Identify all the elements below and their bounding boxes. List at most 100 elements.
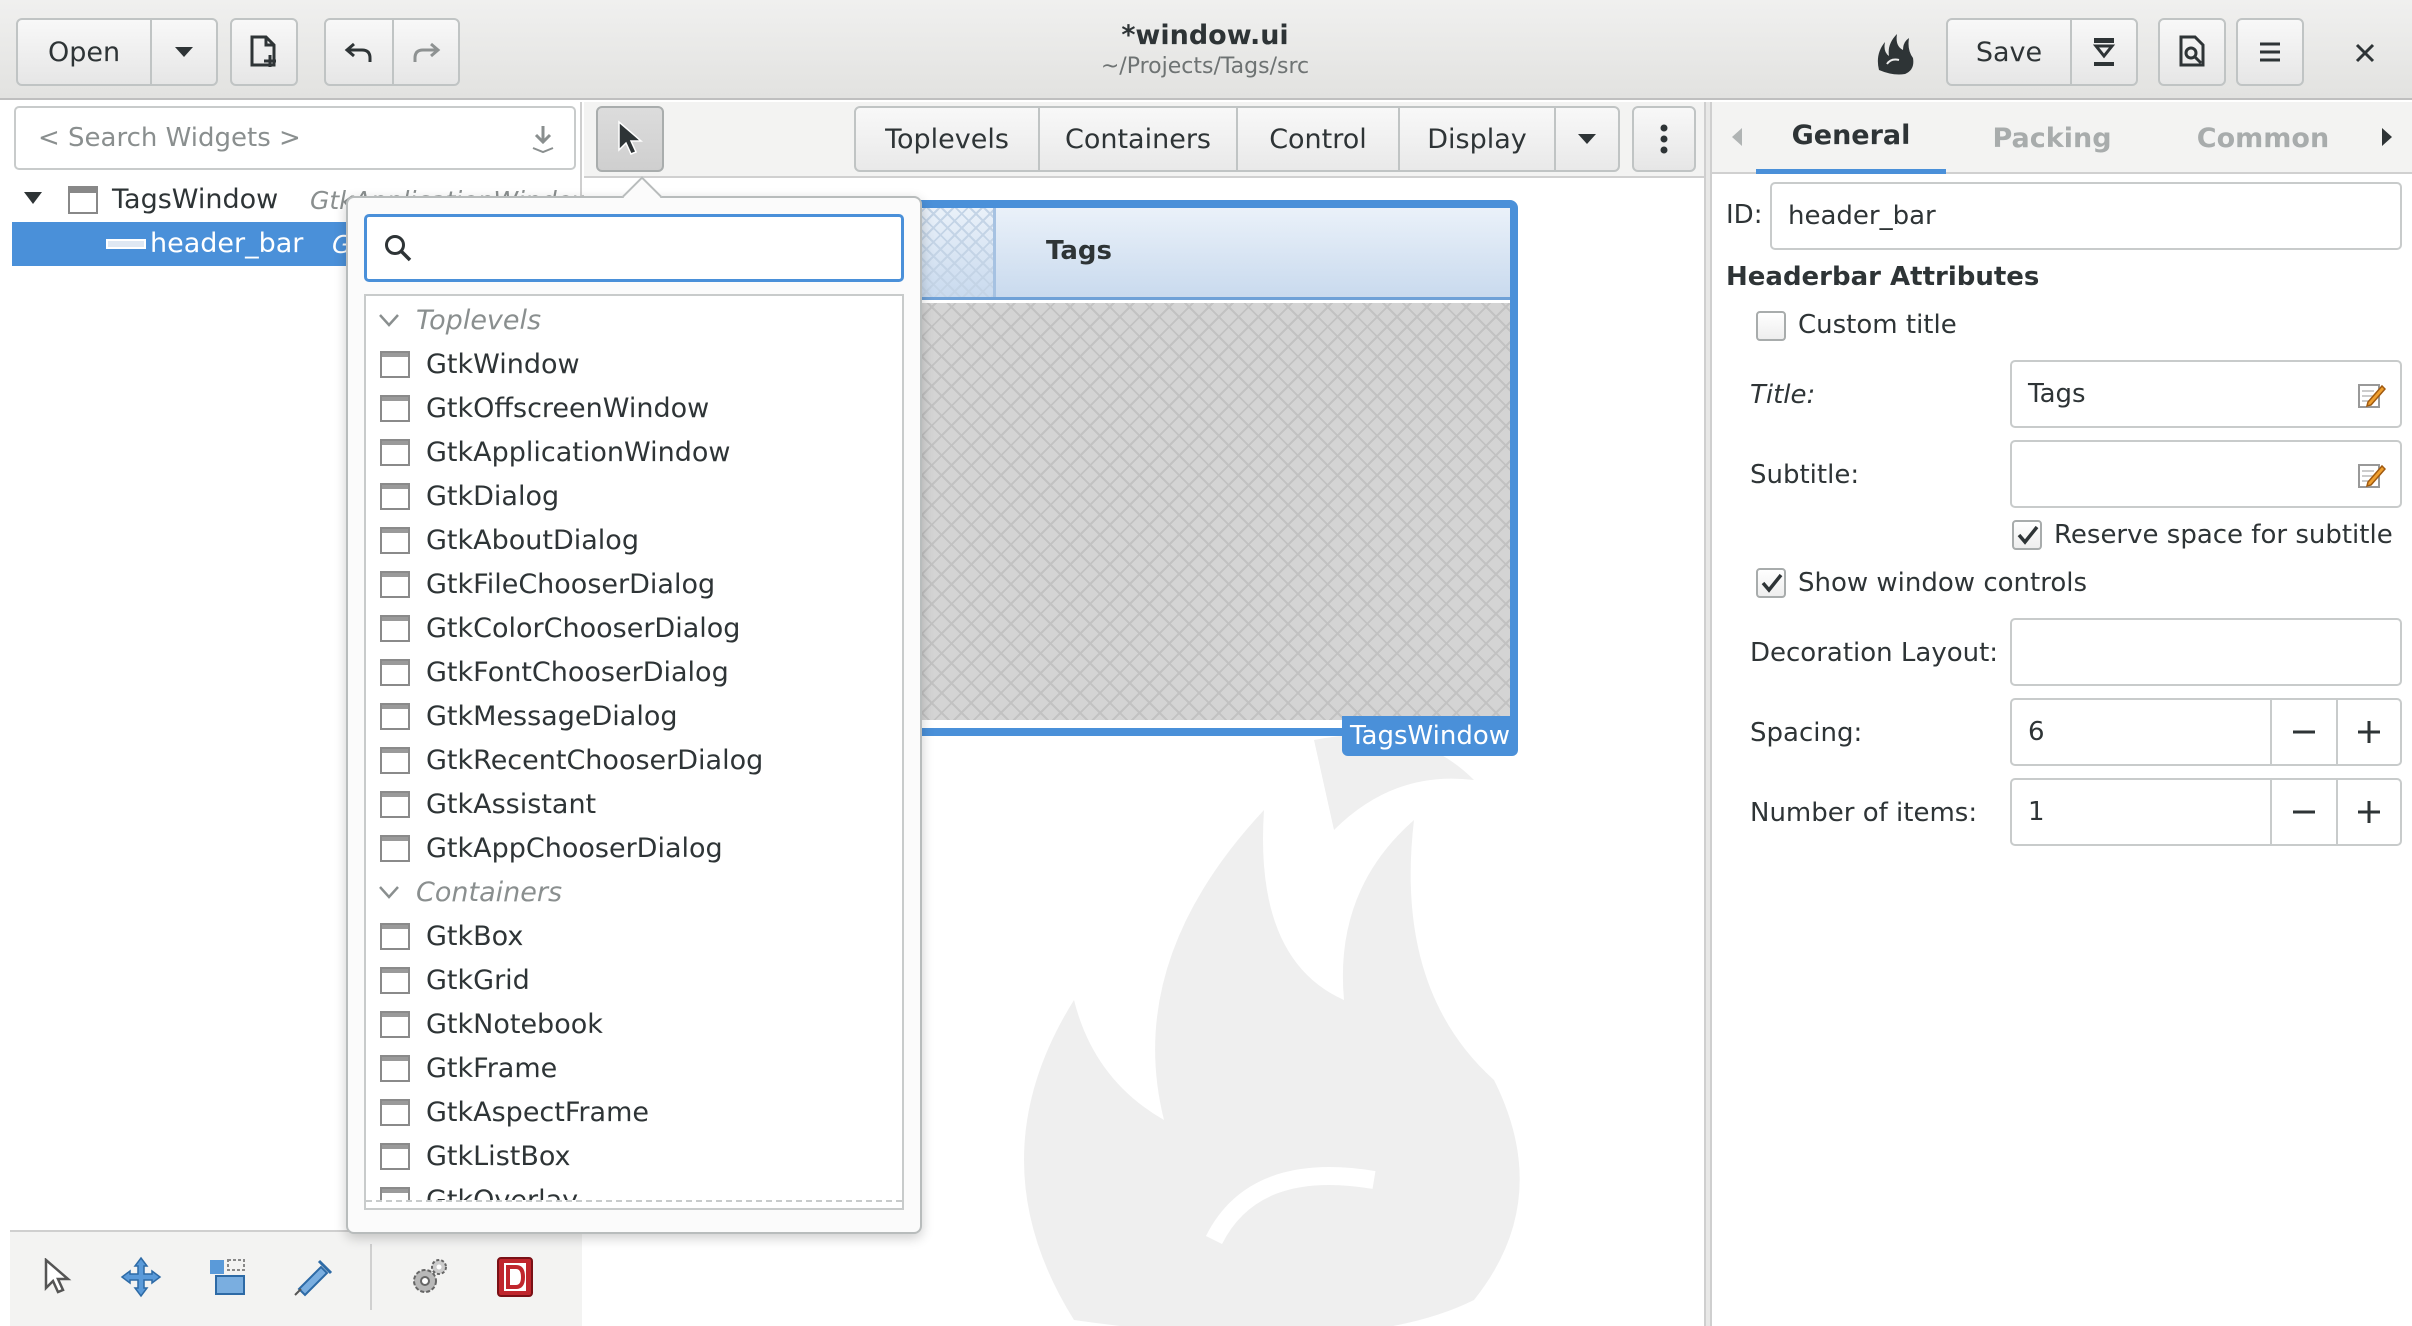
spacing-value: 6	[2028, 717, 2045, 747]
title-field[interactable]: Tags	[2010, 360, 2402, 428]
headerbar-preview[interactable]: Tags	[888, 208, 1510, 300]
tabs-scroll-left-button[interactable]	[1722, 122, 1752, 152]
show-window-controls-checkbox[interactable]	[1756, 568, 1786, 598]
tab-general[interactable]: General	[1756, 102, 1946, 174]
spacing-increment-button[interactable]	[2336, 700, 2400, 764]
close-window-button[interactable]	[2340, 28, 2390, 78]
subtitle-field[interactable]	[2010, 440, 2402, 508]
palette-options-button[interactable]	[1632, 106, 1696, 172]
tab-common[interactable]: Common	[2158, 102, 2368, 174]
title-label: Title:	[1750, 380, 1816, 410]
preview-button[interactable]	[2158, 18, 2226, 86]
toplevel-name-tag: TagsWindow	[1342, 716, 1518, 756]
spacing-label: Spacing:	[1750, 718, 1863, 748]
widget-selector-toggle[interactable]	[596, 106, 664, 172]
save-as-button[interactable]	[2070, 18, 2138, 86]
popover-widget-list[interactable]: Toplevels GtkWindow GtkOffscreenWindow GtkA…	[364, 294, 904, 1210]
id-field[interactable]: header_bar	[1770, 182, 2402, 250]
widget-class-icon	[380, 1098, 410, 1126]
widget-list-item[interactable]: GtkAssistant	[366, 782, 902, 826]
widget-class-icon	[380, 570, 410, 598]
widget-list-item[interactable]: GtkColorChooserDialog	[366, 606, 902, 650]
popover-search-input[interactable]	[364, 214, 904, 282]
checkmark-icon	[1760, 571, 1784, 595]
palette-tab-control[interactable]: Control	[1236, 106, 1400, 172]
search-placeholder: < Search Widgets >	[38, 123, 301, 153]
widget-list-item[interactable]: GtkNotebook	[366, 1002, 902, 1046]
recent-files-dropdown-button[interactable]	[150, 18, 218, 86]
category-header[interactable]: Toplevels	[366, 298, 902, 342]
widget-list-item[interactable]: GtkFileChooserDialog	[366, 562, 902, 606]
number-of-items-spinbutton[interactable]: 1	[2010, 778, 2402, 846]
pane-divider[interactable]	[1704, 102, 1712, 1326]
widget-class-icon	[380, 526, 410, 554]
custom-title-checkbox[interactable]	[1756, 311, 1786, 341]
decoration-layout-field[interactable]	[2010, 618, 2402, 686]
toplevel-preview[interactable]: Tags	[880, 200, 1518, 736]
save-label: Save	[1975, 36, 2043, 68]
redo-button[interactable]	[392, 18, 460, 86]
save-button[interactable]: Save	[1946, 18, 2072, 86]
widget-list-item[interactable]: GtkAppChooserDialog	[366, 826, 902, 870]
gears-icon	[407, 1255, 451, 1299]
selector-tool[interactable]	[32, 1252, 82, 1302]
widget-list-item[interactable]: GtkBox	[366, 914, 902, 958]
tabs-scroll-right-button[interactable]	[2372, 122, 2402, 152]
margin-edit-tool[interactable]	[202, 1252, 252, 1302]
undo-button[interactable]	[324, 18, 394, 86]
new-file-button[interactable]	[230, 18, 298, 86]
palette-tab-toplevels[interactable]: Toplevels	[854, 106, 1040, 172]
items-increment-button[interactable]	[2336, 780, 2400, 844]
widget-class-icon	[380, 922, 410, 950]
widget-class-label: GtkRecentChooserDialog	[426, 744, 764, 776]
widget-class-label: GtkMessageDialog	[426, 700, 678, 732]
widget-list-item[interactable]: GtkAboutDialog	[366, 518, 902, 562]
widget-list-item[interactable]: GtkRecentChooserDialog	[366, 738, 902, 782]
preferences-tool[interactable]	[404, 1252, 454, 1302]
devhelp-tool[interactable]	[490, 1252, 540, 1302]
widget-list-item[interactable]: GtkListBox	[366, 1134, 902, 1178]
spacing-spinbutton[interactable]: 6	[2010, 698, 2402, 766]
category-header[interactable]: Containers	[366, 870, 902, 914]
widget-list-item[interactable]: GtkGrid	[366, 958, 902, 1002]
window-placeholder[interactable]	[888, 303, 1510, 720]
widget-class-icon	[380, 1142, 410, 1170]
widget-class-label: GtkWindow	[426, 348, 580, 380]
edit-text-icon[interactable]	[2356, 460, 2386, 490]
widget-list-item[interactable]: GtkMessageDialog	[366, 694, 902, 738]
reserve-subtitle-checkbox[interactable]	[2012, 520, 2042, 550]
open-button[interactable]: Open	[16, 18, 152, 86]
main-menu-button[interactable]	[2236, 18, 2304, 86]
tab-packing[interactable]: Packing	[1946, 102, 2158, 174]
widget-list-item[interactable]: GtkFontChooserDialog	[366, 650, 902, 694]
palette-more-dropdown[interactable]	[1554, 106, 1620, 172]
widget-list-item[interactable]: GtkWindow	[366, 342, 902, 386]
widget-list-item[interactable]: GtkFrame	[366, 1046, 902, 1090]
chevron-right-icon	[2380, 126, 2394, 148]
items-decrement-button[interactable]	[2270, 780, 2336, 844]
widget-class-label: GtkListBox	[426, 1140, 571, 1172]
close-icon	[2355, 43, 2375, 63]
palette-tab-display[interactable]: Display	[1398, 106, 1556, 172]
drag-resize-tool[interactable]	[116, 1252, 166, 1302]
tree-row-name: TagsWindow	[112, 184, 279, 215]
widget-class-label: GtkAppChooserDialog	[426, 832, 723, 864]
alignment-edit-tool[interactable]	[288, 1252, 338, 1302]
edit-text-icon[interactable]	[2356, 380, 2386, 410]
widget-class-icon	[380, 658, 410, 686]
preview-document-icon	[2177, 35, 2207, 69]
tab-label: Display	[1427, 123, 1527, 155]
widget-class-label: GtkBox	[426, 920, 524, 952]
widget-list-item[interactable]: GtkApplicationWindow	[366, 430, 902, 474]
subtitle-label: Subtitle:	[1750, 460, 1860, 490]
widget-list-item[interactable]: GtkAspectFrame	[366, 1090, 902, 1134]
palette-tab-containers[interactable]: Containers	[1038, 106, 1238, 172]
spacing-decrement-button[interactable]	[2270, 700, 2336, 764]
reserve-subtitle-label: Reserve space for subtitle	[2054, 520, 2393, 550]
vertical-dots-icon	[1659, 123, 1669, 155]
widget-popover: Toplevels GtkWindow GtkOffscreenWindow GtkA…	[346, 176, 922, 1234]
widget-search-field[interactable]: < Search Widgets >	[14, 106, 576, 170]
widget-list-item[interactable]: GtkDialog	[366, 474, 902, 518]
widget-list-item[interactable]: GtkOffscreenWindow	[366, 386, 902, 430]
glade-logo-icon	[1870, 28, 1920, 78]
